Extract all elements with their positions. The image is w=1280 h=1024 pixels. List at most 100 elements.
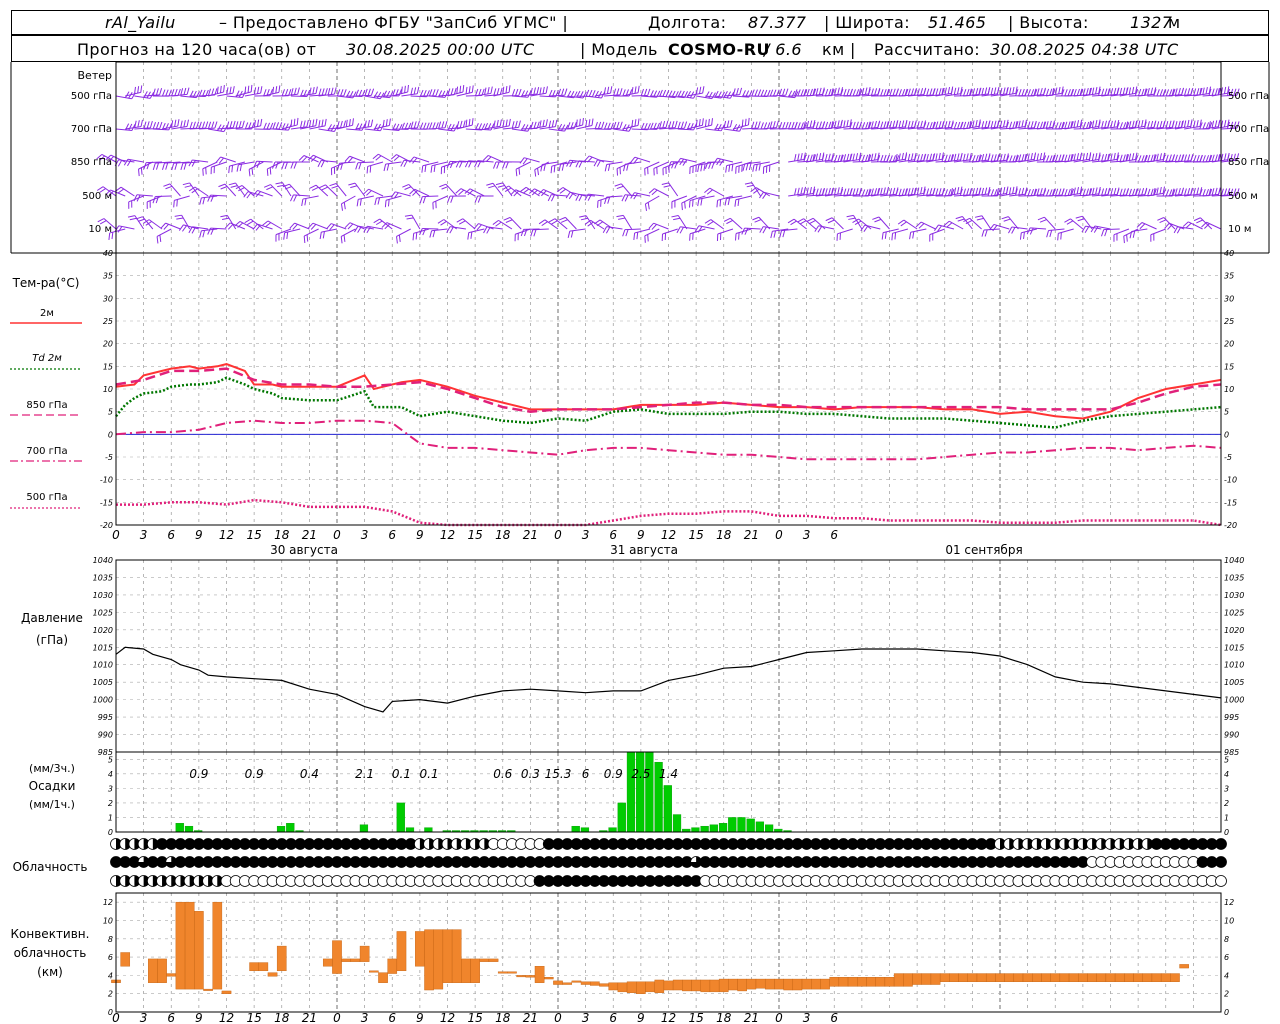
wind-barb-feather (916, 154, 920, 162)
hour-label: 12 (219, 1011, 234, 1024)
wind-barb-feather (981, 87, 985, 95)
convective-bar (884, 977, 895, 987)
wind-barb-feather (1002, 120, 1006, 128)
wind-barb-feather (286, 231, 289, 239)
wind-barb-staff (462, 218, 476, 230)
wind-barb-feather (684, 201, 686, 209)
wind-barb-feather (1137, 120, 1141, 128)
wind-barb-feather (1113, 187, 1117, 195)
wind-barb-staff (174, 195, 190, 201)
wind-barb-feather (824, 121, 829, 129)
wind-barb-feather (665, 120, 669, 128)
wind-barb-feather (746, 184, 754, 188)
wind-barb-feather (616, 185, 624, 190)
wind-barb-feather (920, 186, 923, 195)
wind-barb-feather (450, 88, 454, 96)
wind-barb-staff (211, 161, 227, 168)
wind-barb-feather (1058, 188, 1062, 196)
wind-barb-feather (916, 187, 920, 195)
convective-bar (1068, 973, 1079, 982)
wind-barb-feather (333, 87, 337, 95)
wind-barb-feather (486, 227, 491, 234)
wind-barb-feather (449, 226, 454, 234)
wind-barb-feather (837, 120, 840, 128)
pressure-tick-label: 995 (98, 713, 113, 722)
wind-barb-feather (944, 189, 949, 197)
wind-barb-feather (1073, 120, 1076, 128)
wind-barb-staff (837, 228, 853, 235)
wind-barb-feather (312, 87, 315, 95)
wind-barb-feather (269, 167, 272, 175)
convective-tick-label: 12 (1224, 898, 1234, 907)
precip-tick-label: 2 (108, 799, 113, 808)
wind-barb-feather (874, 153, 877, 161)
wind-barb-staff (509, 217, 522, 230)
wind-barb-staff (378, 153, 393, 163)
wind-barb-feather (263, 89, 267, 96)
wind-barb-feather (318, 88, 322, 96)
wind-barb-feather (260, 118, 263, 126)
wind-barb-feather (207, 88, 212, 96)
wind-barb-feather (797, 187, 800, 195)
wind-barb-feather (963, 88, 967, 96)
wind-barb-feather (207, 121, 212, 129)
wind-barb-feather (956, 153, 960, 161)
wind-barb-feather (619, 88, 623, 96)
convective-bar (488, 958, 499, 962)
wind-barb-feather (135, 216, 143, 220)
convective-bar (1124, 973, 1134, 982)
wind-barb-feather (432, 89, 436, 97)
hour-label: 12 (440, 528, 455, 542)
wind-barb-feather (846, 214, 854, 218)
wind-barb-feather (1077, 218, 1085, 222)
wind-barb-feather (387, 199, 390, 207)
convective-bar (1013, 973, 1024, 982)
convective-bar (553, 980, 563, 985)
wind-barb-feather (465, 86, 468, 94)
wind-barb-feather (1196, 88, 1200, 96)
hour-label: 6 (388, 528, 396, 542)
temp-tick-label: 35 (1224, 272, 1234, 281)
wind-barb-feather (1085, 188, 1090, 196)
wind-barb-feather (634, 119, 637, 127)
wind-barb-feather (232, 86, 235, 94)
wind-barb-feather (955, 216, 963, 220)
wind-barb-feather (799, 220, 807, 225)
wind-barb-feather (375, 220, 383, 226)
pressure-tick-label: 1030 (1224, 591, 1244, 600)
wind-barb-feather (180, 120, 183, 128)
wind-barb-feather (372, 153, 379, 160)
convective-bar (433, 929, 444, 990)
wind-barb-feather (376, 91, 382, 99)
wind-barb-feather (892, 88, 896, 96)
wind-barb-feather (1178, 187, 1181, 195)
wind-barb-staff (562, 187, 577, 197)
wind-barb-feather (386, 163, 390, 171)
convective-bar (682, 979, 692, 992)
convective-bar (387, 958, 398, 974)
wind-barb-feather (769, 121, 773, 129)
wind-barb-staff (376, 195, 393, 199)
hour-label: 18 (716, 528, 732, 542)
wind-barb-feather (910, 187, 914, 195)
wind-barb-staff (432, 195, 448, 203)
wind-barb-staff (671, 195, 688, 203)
wind-barb-feather (297, 87, 300, 95)
wind-barb-feather (180, 88, 184, 96)
wind-barb-staff (321, 228, 338, 233)
wind-barb-feather (557, 88, 562, 96)
wind-barb-feather (752, 164, 755, 172)
wind-barb-feather (640, 88, 645, 96)
wind-barb-feather (894, 232, 897, 240)
wind-barb-feather (797, 122, 801, 130)
wind-barb-feather (735, 233, 737, 241)
wind-barb-feather (518, 167, 521, 175)
wind-barb-feather (677, 121, 681, 129)
wind-barb-feather (565, 191, 571, 199)
wind-barb-feather (281, 162, 285, 170)
precip-total-label: 2.5 (631, 767, 650, 781)
wind-barb-feather (719, 199, 722, 207)
wind-barb-feather (834, 154, 838, 162)
wind-barb-feather (524, 124, 529, 132)
hour-label: 3 (582, 528, 590, 542)
